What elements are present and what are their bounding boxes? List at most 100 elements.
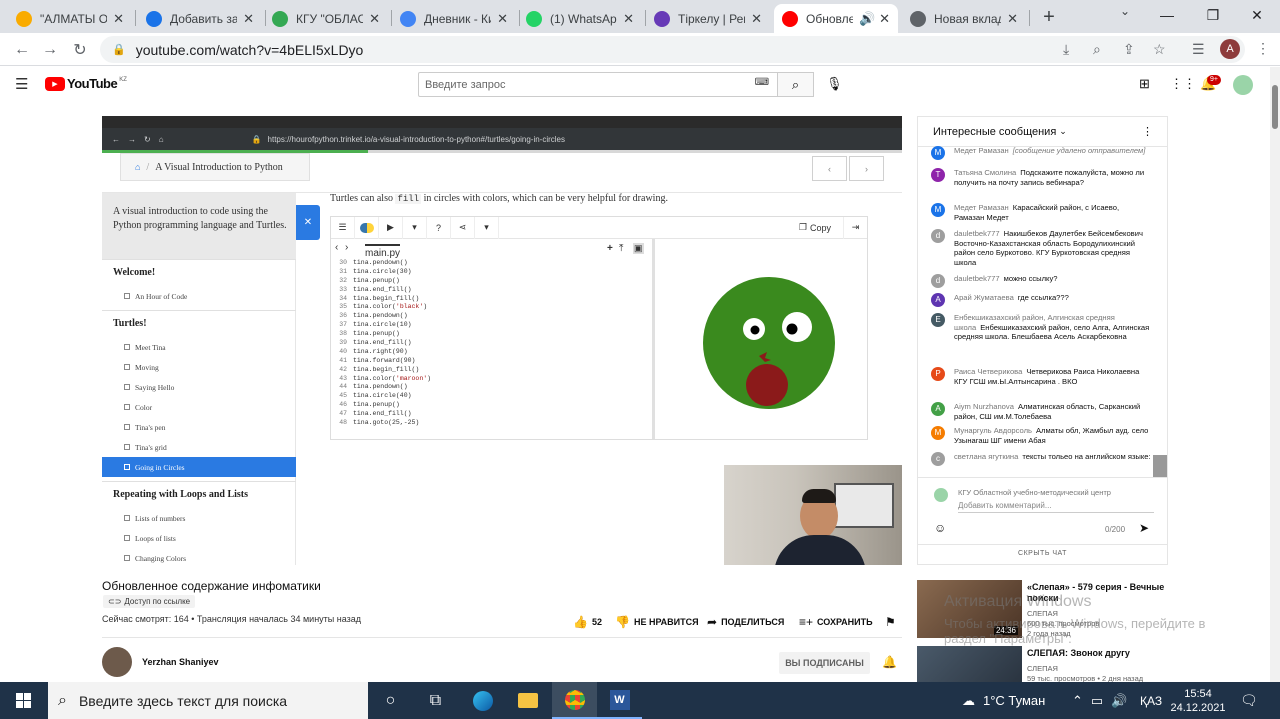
reload-icon[interactable]: ↻ — [70, 40, 90, 60]
browser-menu-icon[interactable]: ⋮ — [1256, 40, 1270, 57]
more-options-icon[interactable]: ▾ — [475, 216, 499, 239]
emoji-icon[interactable]: ☺ — [934, 521, 946, 535]
hamburger-menu-icon[interactable]: ☰ — [15, 75, 28, 93]
file-tab-main[interactable]: main.py — [365, 244, 401, 259]
share-button[interactable]: ➦ ПОДЕЛИТЬСЯ — [707, 615, 784, 629]
taskbar-search[interactable]: ⌕ Введите здесь текст для поиска — [48, 682, 368, 719]
add-file-icon[interactable]: + — [607, 243, 613, 254]
login-icon[interactable]: ⇥ — [843, 216, 867, 239]
chat-message[interactable]: A Арай Жуматаева где ссылка??? — [931, 293, 1151, 307]
sidebar-item[interactable]: Going in Circles — [102, 457, 296, 477]
chat-message[interactable]: d dauletbek777 можно ссылку? — [931, 274, 1151, 288]
sidebar-item[interactable]: Meet Tina — [102, 337, 296, 357]
chat-message[interactable]: M Мунаргуль Авдорсоль Алматы обл, Жамбыл а… — [931, 426, 1151, 445]
sidebar-item[interactable]: Tina's grid — [102, 437, 296, 457]
close-sidebar-button[interactable]: ✕ — [296, 205, 320, 240]
tab-close-icon[interactable]: ✕ — [497, 11, 508, 27]
channel-avatar[interactable] — [102, 647, 132, 677]
close-window-button[interactable]: ✕ — [1234, 0, 1280, 30]
chat-message[interactable]: M Медет Рамазан Карасайский район, с Исаев… — [931, 203, 1151, 222]
chat-menu-icon[interactable]: ⋮ — [1142, 125, 1153, 138]
input-language[interactable]: ҚАЗ — [1140, 682, 1162, 719]
video-player[interactable]: ←→↻⌂ 🔒 https://hourofpython.trinket.io/a… — [102, 116, 902, 565]
new-tab-button[interactable]: + — [1038, 6, 1060, 28]
word-icon[interactable]: W — [597, 682, 642, 719]
weather-widget[interactable]: ☁ 1°C Туман — [962, 682, 1045, 719]
sidebar-item[interactable]: Tina's pen — [102, 417, 296, 437]
code-area[interactable]: 30 tina.pendown() 31 tina.circle(30) 32 tina.… — [331, 259, 649, 439]
chat-message[interactable]: T Татьяна Смолина Подскажите пожалуйста, м… — [931, 168, 1151, 187]
windows-start-icon[interactable] — [0, 682, 46, 719]
python-logo-icon[interactable] — [355, 216, 379, 239]
tab-close-icon[interactable]: 🔊 ✕ — [859, 11, 890, 27]
browser-tab[interactable]: Новая вклад ✕ — [902, 4, 1026, 33]
chat-scrollbar[interactable] — [1153, 455, 1167, 477]
browser-tab[interactable]: "АЛМАТЫ ОБ ✕ — [8, 4, 132, 33]
browser-tab[interactable]: (1) WhatsApp ✕ — [518, 4, 642, 33]
browser-tab[interactable]: Добавить за ✕ — [138, 4, 262, 33]
system-tray-icons[interactable]: ⌃▭🔊 — [1072, 682, 1135, 719]
channel-name[interactable]: Yerzhan Shaniyev — [142, 657, 219, 667]
reading-list-icon[interactable]: ☰ — [1192, 41, 1205, 58]
search-button[interactable]: ⌕ — [777, 72, 814, 97]
chat-message[interactable]: P Раиса Четверикова Четверикова Раиса Нико… — [931, 367, 1151, 386]
keyboard-icon[interactable]: ⌨ — [755, 77, 769, 88]
sidebar-section-heading[interactable]: Repeating with Loops and Lists — [113, 489, 248, 500]
browser-tab[interactable]: Тіркелу | Регі ✕ — [646, 4, 770, 33]
browser-tab[interactable]: Обновле 🔊 ✕ — [774, 4, 898, 33]
maximize-button[interactable]: ❐ — [1190, 0, 1236, 30]
sidebar-item[interactable]: Lists of numbers — [102, 508, 296, 528]
copy-button[interactable]: ❐ Copy — [799, 222, 831, 233]
tab-search-icon[interactable]: ⌄ — [1120, 4, 1130, 18]
notification-bell-icon[interactable]: 🔔 — [882, 655, 897, 669]
tab-close-icon[interactable]: ✕ — [369, 11, 380, 27]
cortana-icon[interactable]: ○ — [368, 682, 413, 719]
share-icon[interactable]: ⇪ — [1123, 41, 1135, 58]
browser-tab[interactable]: КГУ "ОБЛАСТ ✕ — [264, 4, 388, 33]
tab-close-icon[interactable]: ✕ — [243, 11, 254, 27]
image-icon[interactable]: ▣ — [633, 243, 644, 254]
back-arrow-icon[interactable]: ← — [12, 40, 32, 60]
chat-message[interactable]: d dauletbek777 Накишбеков Даулетбек Бейсем… — [931, 229, 1151, 267]
sidebar-item[interactable]: Changing Colors — [102, 548, 296, 565]
prev-page-button[interactable]: ‹ — [812, 156, 847, 181]
edge-icon[interactable] — [460, 682, 505, 719]
page-scrollbar-thumb[interactable] — [1272, 85, 1278, 129]
chat-message[interactable]: c светлана ягуткина тексты тольео на англи… — [931, 452, 1151, 466]
file-explorer-icon[interactable] — [505, 682, 550, 719]
upload-icon[interactable]: ⤒ — [619, 243, 623, 254]
chevron-right-icon[interactable]: › — [345, 242, 348, 253]
chat-header[interactable]: Интересные сообщения ⌄ ⋮ — [918, 117, 1167, 147]
microphone-icon[interactable]: 🎙 — [826, 76, 843, 92]
youtube-logo[interactable]: ▶ YouTube KZ — [45, 76, 127, 91]
sidebar-item[interactable]: Moving — [102, 357, 296, 377]
menu-icon[interactable]: ☰ — [331, 216, 355, 239]
sidebar-section-heading[interactable]: Welcome! — [113, 267, 155, 278]
notification-center-icon[interactable]: 🗨 — [1240, 682, 1258, 719]
page-scrollbar[interactable] — [1270, 67, 1280, 682]
chat-message[interactable]: A Aiym Nurzhanova Алматинская область, Сар… — [931, 402, 1151, 421]
sidebar-item[interactable]: Saying Hello — [102, 377, 296, 397]
report-flag-icon[interactable]: ⚑ — [885, 615, 900, 629]
subscribed-button[interactable]: ВЫ ПОДПИСАНЫ — [779, 652, 870, 674]
share-icon[interactable]: ⋖ — [451, 216, 475, 239]
chat-message[interactable]: E Енбекшиказахский район, Алгинская средн… — [931, 313, 1151, 342]
chat-message[interactable]: M Медет Рамазан [сообщение удалено отправи… — [931, 146, 1151, 160]
like-button[interactable]: 👍 52 — [573, 615, 602, 629]
sidebar-item[interactable]: Color — [102, 397, 296, 417]
chat-input[interactable]: Добавить комментарий... — [958, 501, 1154, 513]
minimize-button[interactable]: — — [1144, 0, 1190, 30]
send-icon[interactable]: ➤ — [1139, 521, 1149, 535]
zoom-icon[interactable]: ⌕ — [1093, 41, 1101, 58]
profile-avatar[interactable]: A — [1220, 39, 1240, 59]
chevron-left-icon[interactable]: ‹ — [335, 242, 338, 253]
run-icon[interactable]: ▶ — [379, 216, 403, 239]
save-button[interactable]: ≡+ СОХРАНИТЬ — [799, 615, 873, 629]
sidebar-item[interactable]: Loops of lists — [102, 528, 296, 548]
user-avatar[interactable] — [1233, 75, 1253, 95]
apps-grid-icon[interactable]: ⋮⋮ — [1170, 76, 1196, 92]
sidebar-item[interactable]: An Hour of Code — [102, 286, 296, 306]
tab-close-icon[interactable]: ✕ — [623, 11, 634, 27]
sidebar-section-heading[interactable]: Turtles! — [113, 318, 147, 329]
address-bar[interactable]: 🔒 youtube.com/watch?v=4bELI5xLDyo ⤓ ⌕ ⇪ … — [100, 36, 1245, 63]
